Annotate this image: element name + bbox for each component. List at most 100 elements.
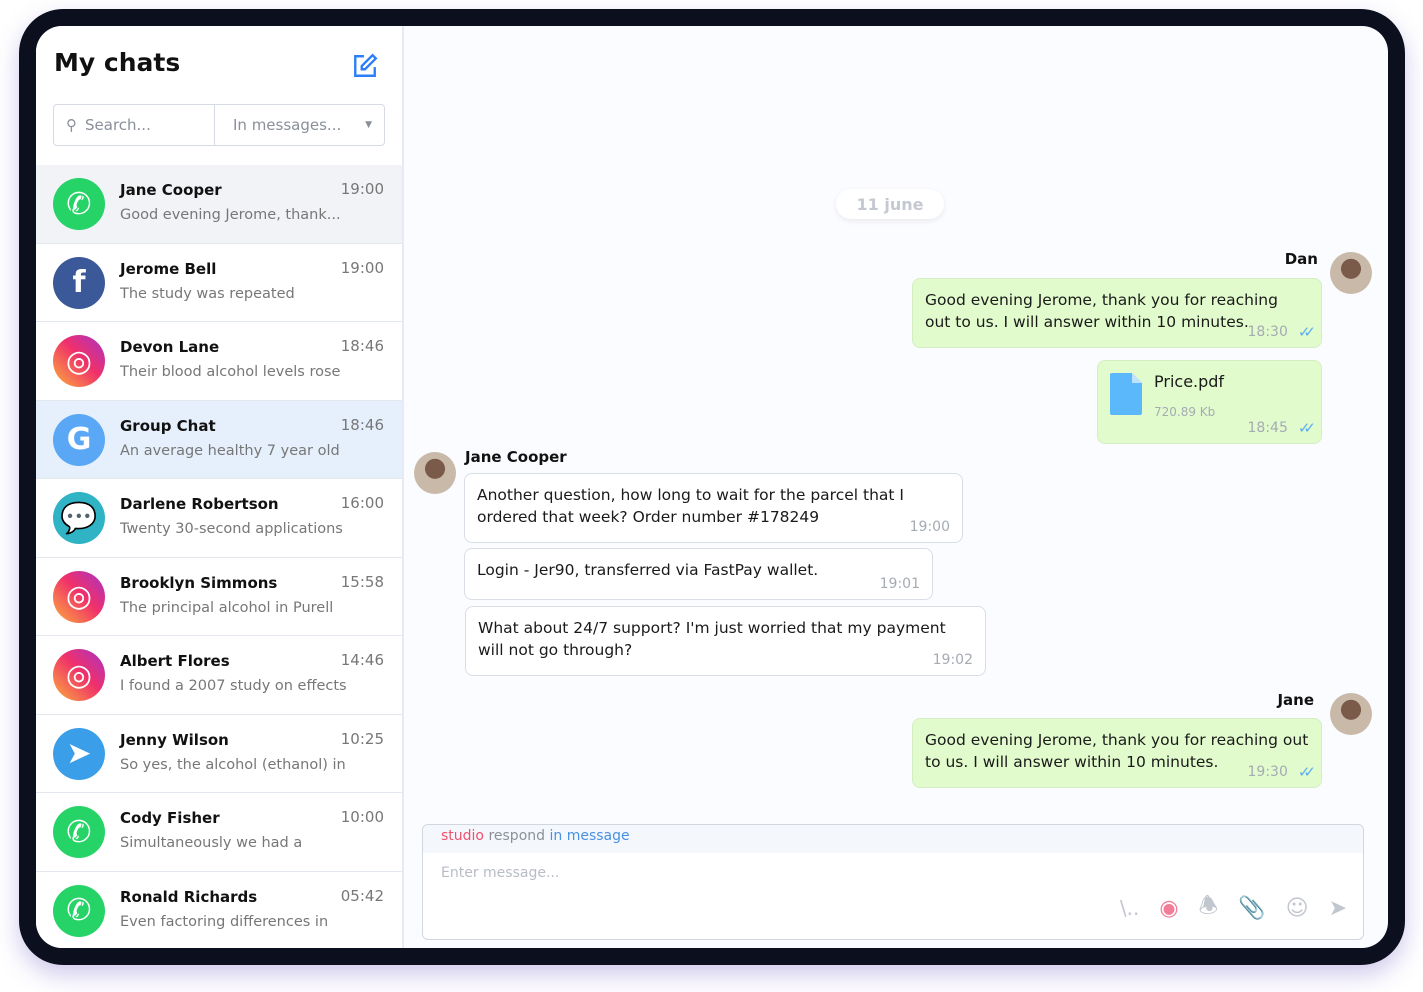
google-icon: G [53, 413, 105, 466]
whatsapp-icon: ✆ [53, 884, 105, 937]
double-check-icon: ✓✓ [1297, 419, 1316, 437]
chat-list-item[interactable]: ◎ Devon Lane 18:46 Their blood alcohol l… [36, 322, 402, 401]
sender-name: Dan [1284, 250, 1318, 268]
file-message[interactable]: Price.pdf 720.89 Kb 18:45 ✓✓ [1097, 360, 1322, 444]
emoji-icon[interactable]: ☺ [1286, 896, 1309, 921]
avatar-jane-cooper[interactable] [414, 452, 456, 494]
chat-list: ✆ Jane Cooper 19:00 Good evening Jerome,… [36, 165, 402, 948]
chat-name: Jerome Bell [120, 259, 217, 278]
message-time: 19:30 [1247, 764, 1288, 780]
filter-value: In messages... [233, 116, 342, 134]
file-name: Price.pdf [1154, 372, 1225, 391]
chat-preview: Their blood alcohol levels rose [120, 364, 341, 380]
chat-time: 10:00 [340, 808, 384, 826]
conversation: 11 june Dan Good evening Jerome, thank y… [404, 26, 1388, 948]
facebook-icon: f [53, 256, 105, 309]
double-check-icon: ✓✓ [1297, 323, 1316, 341]
message-bubble: Another question, how long to wait for t… [464, 473, 963, 543]
chat-name: Jenny Wilson [120, 730, 229, 749]
chat-preview: I found a 2007 study on effects [120, 678, 347, 694]
chat-preview: Even factoring differences in [120, 913, 329, 930]
instagram-icon: ◎ [53, 570, 105, 623]
search-placeholder: Search... [85, 116, 151, 134]
compose-icon[interactable] [352, 53, 378, 79]
chat-list-item[interactable]: ◎ Albert Flores 14:46 I found a 2007 stu… [36, 636, 402, 715]
message-composer: studio respond in message Enter message.… [422, 824, 1364, 940]
composer-hint: studio respond in message [423, 825, 1363, 853]
eye-icon[interactable]: ◉ [1159, 896, 1178, 921]
whatsapp-icon: ✆ [53, 806, 105, 858]
search-filter-dropdown[interactable]: In messages... ▼ [215, 105, 384, 145]
chat-time: 18:46 [340, 415, 384, 434]
chat-time: 18:46 [340, 337, 384, 355]
app-screen: My chats ⚲ Search... In messages... ▼ ✆ Ja… [36, 26, 1388, 948]
chat-name: Cody Fisher [120, 809, 220, 827]
command-icon[interactable]: \.. [1120, 896, 1139, 920]
chat-name: Brooklyn Simmons [120, 573, 278, 592]
message-time: 19:02 [932, 652, 973, 668]
message-bubble: Good evening Jerome, thank you for reach… [912, 718, 1322, 788]
chat-list-item[interactable]: ➤ Jenny Wilson 10:25 So yes, the alcohol… [36, 715, 402, 793]
date-separator: 11 june [836, 189, 944, 219]
sidebar: My chats ⚲ Search... In messages... ▼ ✆ Ja… [36, 26, 404, 948]
chat-preview: Good evening Jerome, thank... [120, 207, 341, 223]
message-time: 19:00 [909, 519, 950, 535]
chat-time: 15:58 [340, 572, 384, 591]
chat-time: 16:00 [340, 494, 384, 512]
chat-name: Ronald Richards [120, 887, 258, 906]
avatar-dan[interactable] [1330, 252, 1372, 294]
message-text: Login - Jer90, transferred via FastPay w… [477, 561, 819, 579]
message-time: 18:45 [1247, 420, 1288, 436]
caret-down-icon: ▼ [365, 120, 372, 130]
hint-respond: respond [488, 828, 546, 844]
chat-list-item[interactable]: G Group Chat 18:46 An average healthy 7 … [36, 400, 402, 479]
chat-list-item[interactable]: ✆ Cody Fisher 10:00 Simultaneously we ha… [36, 793, 402, 872]
chat-preview: The study was repeated [120, 285, 295, 302]
instagram-icon: ◎ [53, 649, 105, 701]
search-input[interactable]: ⚲ Search... [54, 105, 215, 145]
send-icon[interactable]: ➤ [1329, 896, 1347, 921]
chat-time: 05:42 [340, 886, 384, 905]
message-text: Good evening Jerome, thank you for reach… [925, 291, 1278, 331]
message-input[interactable]: Enter message... [423, 853, 1363, 893]
chat-list-item[interactable]: 💬 Darlene Robertson 16:00 Twenty 30-seco… [36, 479, 402, 558]
instagram-icon: ◎ [53, 335, 105, 387]
chat-icon: 💬 [53, 492, 105, 544]
chat-name: Darlene Robertson [120, 495, 279, 513]
message-text: What about 24/7 support? I'm just worrie… [478, 619, 946, 659]
chat-time: 14:46 [340, 651, 384, 669]
sender-name: Jane Cooper [465, 448, 567, 466]
chat-name: Albert Flores [120, 652, 230, 670]
bell-icon[interactable]: 🕭 [1199, 889, 1219, 927]
chat-preview: An average healthy 7 year old [120, 442, 340, 459]
composer-toolbar: \.. ◉ 🕭 📎 ☺ ➤ [1120, 889, 1347, 927]
chat-name: Jane Cooper [120, 181, 222, 199]
message-time: 18:30 [1247, 324, 1288, 340]
search-bar: ⚲ Search... In messages... ▼ [53, 104, 385, 146]
chat-preview: So yes, the alcohol (ethanol) in [120, 756, 346, 773]
message-text: Another question, how long to wait for t… [477, 486, 904, 526]
chat-list-item[interactable]: ✆ Ronald Richards 05:42 Even factoring d… [36, 872, 402, 949]
chat-list-item[interactable]: f Jerome Bell 19:00 The study was repeat… [36, 244, 402, 322]
avatar-jane[interactable] [1330, 693, 1372, 735]
chat-list-item[interactable]: ◎ Brooklyn Simmons 15:58 The principal a… [36, 558, 402, 636]
hint-studio: studio [441, 828, 484, 844]
telegram-icon: ➤ [53, 727, 105, 780]
whatsapp-icon: ✆ [53, 178, 105, 230]
message-bubble: Login - Jer90, transferred via FastPay w… [464, 548, 933, 600]
chat-name: Group Chat [120, 416, 216, 435]
sidebar-title: My chats [54, 48, 181, 77]
sender-name: Jane [1277, 691, 1314, 709]
chat-time: 19:00 [340, 180, 384, 198]
chat-preview: Simultaneously we had a [120, 835, 303, 851]
chat-time: 10:25 [340, 729, 384, 748]
hint-in-message: in message [549, 828, 630, 844]
chat-name: Devon Lane [120, 338, 220, 356]
file-icon [1110, 373, 1142, 415]
message-bubble: Good evening Jerome, thank you for reach… [912, 278, 1322, 348]
chat-list-item[interactable]: ✆ Jane Cooper 19:00 Good evening Jerome,… [36, 165, 402, 244]
chat-preview: Twenty 30-second applications [120, 521, 343, 537]
search-icon: ⚲ [66, 116, 77, 134]
file-size: 720.89 Kb [1154, 405, 1216, 419]
paperclip-icon[interactable]: 📎 [1238, 896, 1265, 921]
